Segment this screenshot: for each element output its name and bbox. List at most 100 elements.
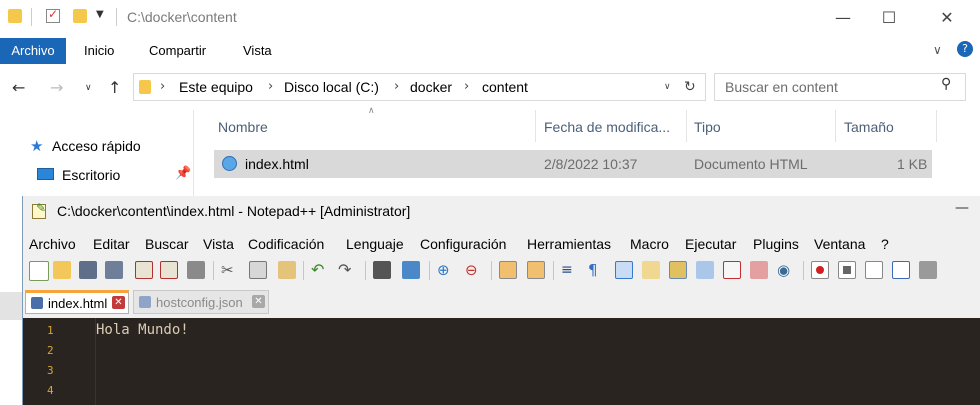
- breadcrumb-content[interactable]: content: [482, 74, 528, 100]
- sync-vertical-icon[interactable]: [499, 261, 517, 279]
- paste-icon[interactable]: [278, 261, 296, 279]
- column-header-size[interactable]: Tamaño: [844, 112, 894, 142]
- menu-archivo[interactable]: Archivo: [29, 234, 76, 254]
- divider: [535, 110, 536, 142]
- menu-buscar[interactable]: Buscar: [145, 234, 189, 254]
- breadcrumb-docker[interactable]: docker: [410, 74, 452, 100]
- refresh-icon[interactable]: ↻: [684, 74, 696, 100]
- nav-item-desktop[interactable]: Escritorio: [62, 162, 120, 188]
- menu-configuracion[interactable]: Configuración: [420, 234, 506, 254]
- line-number: 4: [47, 384, 54, 397]
- address-dropdown-icon[interactable]: ∨: [664, 74, 671, 100]
- replace-icon[interactable]: [402, 261, 420, 279]
- close-file-icon[interactable]: [135, 261, 153, 279]
- search-icon[interactable]: ⚲: [941, 76, 951, 92]
- print-icon[interactable]: [187, 261, 205, 279]
- indent-guide-icon[interactable]: [615, 261, 633, 279]
- stop-macro-icon[interactable]: [838, 261, 856, 279]
- properties-icon[interactable]: ✓: [46, 7, 60, 23]
- save-icon[interactable]: [79, 261, 97, 279]
- play-macro-icon[interactable]: [865, 261, 883, 279]
- chevron-right-icon[interactable]: ›: [394, 74, 399, 100]
- new-file-icon[interactable]: [29, 261, 49, 281]
- back-icon[interactable]: ←: [12, 74, 25, 102]
- close-tab-icon[interactable]: ✕: [252, 295, 265, 308]
- divider: [835, 110, 836, 142]
- minimize-button[interactable]: —: [955, 200, 969, 216]
- search-input[interactable]: Buscar en content: [725, 74, 838, 100]
- sync-horizontal-icon[interactable]: [527, 261, 545, 279]
- redo-icon[interactable]: ↷: [338, 261, 356, 279]
- copy-icon[interactable]: [249, 261, 267, 279]
- tab-hostconfig-json[interactable]: hostconfig.json ✕: [133, 290, 269, 314]
- ribbon-tab-archivo[interactable]: Archivo: [0, 38, 66, 64]
- code-line[interactable]: Hola Mundo!: [96, 322, 189, 338]
- customize-toolbar-icon[interactable]: ▼: [96, 9, 104, 20]
- monitoring-icon[interactable]: [723, 261, 741, 279]
- forward-icon[interactable]: →: [50, 74, 63, 102]
- breadcrumb-este-equipo[interactable]: Este equipo: [179, 74, 253, 100]
- menu-vista[interactable]: Vista: [203, 234, 234, 254]
- show-all-characters-icon[interactable]: ¶: [588, 261, 606, 279]
- menu-codificacion[interactable]: Codificación: [248, 234, 324, 254]
- find-icon[interactable]: [373, 261, 391, 279]
- ribbon-tab-compartir[interactable]: Compartir: [149, 38, 206, 64]
- menu-plugins[interactable]: Plugins: [753, 234, 799, 254]
- save-macro-icon[interactable]: [919, 261, 937, 279]
- menu-help[interactable]: ?: [881, 234, 889, 254]
- menu-ejecutar[interactable]: Ejecutar: [685, 234, 736, 254]
- open-file-icon[interactable]: [53, 261, 71, 279]
- new-folder-icon[interactable]: [73, 9, 87, 23]
- pin-icon[interactable]: 📌: [175, 166, 191, 181]
- menu-macro[interactable]: Macro: [630, 234, 669, 254]
- column-header-date[interactable]: Fecha de modifica...: [544, 112, 670, 142]
- zoom-in-icon[interactable]: ⊕: [437, 261, 455, 279]
- help-icon[interactable]: ?: [957, 41, 973, 57]
- line-number: 2: [47, 344, 54, 357]
- run-macro-multiple-icon[interactable]: [892, 261, 910, 279]
- menu-herramientas[interactable]: Herramientas: [527, 234, 611, 254]
- table-row[interactable]: index.html 2/8/2022 10:37 Documento HTML…: [214, 150, 932, 178]
- folder-icon[interactable]: [750, 261, 768, 279]
- word-wrap-icon[interactable]: ≡: [561, 261, 579, 279]
- close-tab-icon[interactable]: ✕: [112, 296, 125, 309]
- maximize-button[interactable]: ☐: [866, 0, 912, 36]
- cut-icon[interactable]: ✂: [221, 261, 239, 279]
- record-macro-icon[interactable]: [811, 261, 829, 279]
- eye-icon[interactable]: ◉: [777, 261, 795, 279]
- ribbon-tab-vista[interactable]: Vista: [243, 38, 272, 64]
- undo-icon[interactable]: ↶: [311, 261, 329, 279]
- function-list-icon[interactable]: [669, 261, 687, 279]
- column-header-name[interactable]: Nombre: [218, 112, 268, 142]
- nav-item-quick-access[interactable]: Acceso rápido: [52, 133, 141, 159]
- menu-editar[interactable]: Editar: [93, 234, 130, 254]
- zoom-out-icon[interactable]: ⊖: [465, 261, 483, 279]
- chevron-right-icon[interactable]: ›: [464, 74, 469, 100]
- minimize-button[interactable]: —: [820, 0, 866, 36]
- menu-ventana[interactable]: Ventana: [814, 234, 865, 254]
- document-map-icon[interactable]: [642, 261, 660, 279]
- breadcrumb-disco-local[interactable]: Disco local (C:): [284, 74, 379, 100]
- line-number-gutter: 1 2 3 4: [23, 318, 96, 405]
- menu-lenguaje[interactable]: Lenguaje: [346, 234, 404, 254]
- close-all-icon[interactable]: [160, 261, 178, 279]
- save-all-icon[interactable]: [105, 261, 123, 279]
- file-name[interactable]: index.html: [245, 150, 309, 178]
- folder-as-workspace-icon[interactable]: [696, 261, 714, 279]
- address-bar[interactable]: › Este equipo › Disco local (C:) › docke…: [133, 73, 706, 101]
- recent-locations-icon[interactable]: ∨: [85, 74, 92, 102]
- tab-index-html[interactable]: index.html ✕: [25, 290, 129, 314]
- pane-strip: [0, 292, 22, 320]
- chevron-right-icon[interactable]: ›: [160, 74, 165, 100]
- sort-up-icon: ∧: [368, 106, 375, 116]
- chevron-right-icon[interactable]: ›: [268, 74, 273, 100]
- divider: [429, 261, 430, 280]
- column-header-type[interactable]: Tipo: [694, 112, 721, 142]
- expand-ribbon-icon[interactable]: ∨: [933, 43, 942, 57]
- search-box[interactable]: Buscar en content ⚲: [714, 73, 966, 101]
- up-icon[interactable]: ↑: [108, 74, 121, 102]
- editor-area[interactable]: 1 2 3 4 Hola Mundo!: [23, 318, 980, 405]
- file-date: 2/8/2022 10:37: [544, 156, 638, 172]
- close-button[interactable]: ✕: [924, 0, 970, 36]
- ribbon-tab-inicio[interactable]: Inicio: [84, 38, 114, 64]
